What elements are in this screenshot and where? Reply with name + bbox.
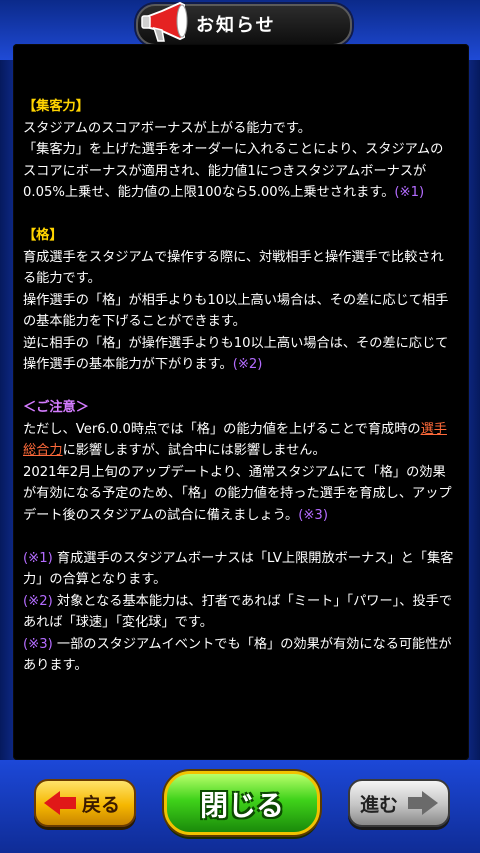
body-text: 操作選手の「格」が相手よりも10以上高い場合は、その差に応じて相手の基本能力を下… xyxy=(23,292,449,330)
body-paragraph: 操作選手の「格」が相手よりも10以上高い場合は、その差に応じて相手の基本能力を下… xyxy=(23,290,455,333)
left-arrow-icon xyxy=(44,791,60,815)
section-heading: 【集客力】 xyxy=(23,99,89,114)
footnote-text: 一部のスタジアムイベントでも「格」の効果が有効になる可能性があります。 xyxy=(23,636,452,674)
body-text: 2021年2月上旬のアップデートより、通常スタジアムにて「格」の効果が有効になる… xyxy=(23,464,452,523)
body-text: 「集客力」を上げた選手をオーダーに入れることにより、スタジアムのスコアにボーナス… xyxy=(23,142,444,200)
notice-text: 【集客力】スタジアムのスコアボーナスが上がる能力です。「集客力」を上げた選手をオ… xyxy=(23,96,455,677)
body-text: ただし、Ver6.0.0時点では「格」の能力値を上げることで育成時の xyxy=(23,421,421,437)
body-paragraph: ただし、Ver6.0.0時点では「格」の能力値を上げることで育成時の選手総合力に… xyxy=(23,419,455,462)
body-paragraph: 逆に相手の「格」が操作選手よりも10以上高い場合は、その差に応じて操作選手の基本… xyxy=(23,333,455,376)
footnote-ref: (※2) xyxy=(23,593,53,609)
body-text: 育成選手をスタジアムで操作する際に、対戦相手と操作選手で比較される能力です。 xyxy=(23,249,444,287)
body-text: に影響しますが、試合中には影響しません。 xyxy=(62,443,326,458)
section-heading: 【格】 xyxy=(23,228,63,243)
footnote-ref: (※1) xyxy=(23,550,53,566)
next-button[interactable]: 進む xyxy=(348,779,450,827)
footnote-text: 対象となる基本能力は、打者であれば「ミート」「パワー」、投手であれば「球速」「変… xyxy=(23,593,453,631)
body-text: スタジアムのスコアボーナスが上がる能力です。 xyxy=(23,120,311,136)
footnote: (※2) 対象となる基本能力は、打者であれば「ミート」「パワー」、投手であれば「… xyxy=(23,591,455,634)
right-arrow-icon xyxy=(422,791,438,815)
footnote-text: 育成選手のスタジアムボーナスは「LV上限開放ボーナス」と「集客力」の合算となりま… xyxy=(23,550,454,588)
back-arrow-tail xyxy=(58,797,76,809)
back-button[interactable]: 戻る xyxy=(34,779,136,827)
header-title: お知らせ xyxy=(196,15,276,36)
footnote-ref: (※1) xyxy=(394,185,425,200)
megaphone-icon xyxy=(141,1,188,42)
body-paragraph: 「集客力」を上げた選手をオーダーに入れることにより、スタジアムのスコアにボーナス… xyxy=(23,139,455,204)
notice-heading: ＜ご注意＞ xyxy=(23,400,89,415)
body-paragraph: 2021年2月上旬のアップデートより、通常スタジアムにて「格」の効果が有効になる… xyxy=(23,462,455,527)
footnote-ref: (※3) xyxy=(298,507,328,523)
footnote-ref: (※3) xyxy=(23,636,53,652)
footnote: (※1) 育成選手のスタジアムボーナスは「LV上限開放ボーナス」と「集客力」の合… xyxy=(23,548,455,591)
back-label: 戻る xyxy=(82,794,121,816)
next-label: 進む xyxy=(360,794,399,816)
close-label: 閉じる xyxy=(199,789,284,822)
footnote-ref: (※2) xyxy=(232,357,263,372)
close-button[interactable]: 閉じる xyxy=(164,771,320,835)
body-paragraph: スタジアムのスコアボーナスが上がる能力です。 xyxy=(23,118,455,140)
body-paragraph: 育成選手をスタジアムで操作する際に、対戦相手と操作選手で比較される能力です。 xyxy=(23,247,455,290)
footnote: (※3) 一部のスタジアムイベントでも「格」の効果が有効になる可能性があります。 xyxy=(23,634,455,677)
